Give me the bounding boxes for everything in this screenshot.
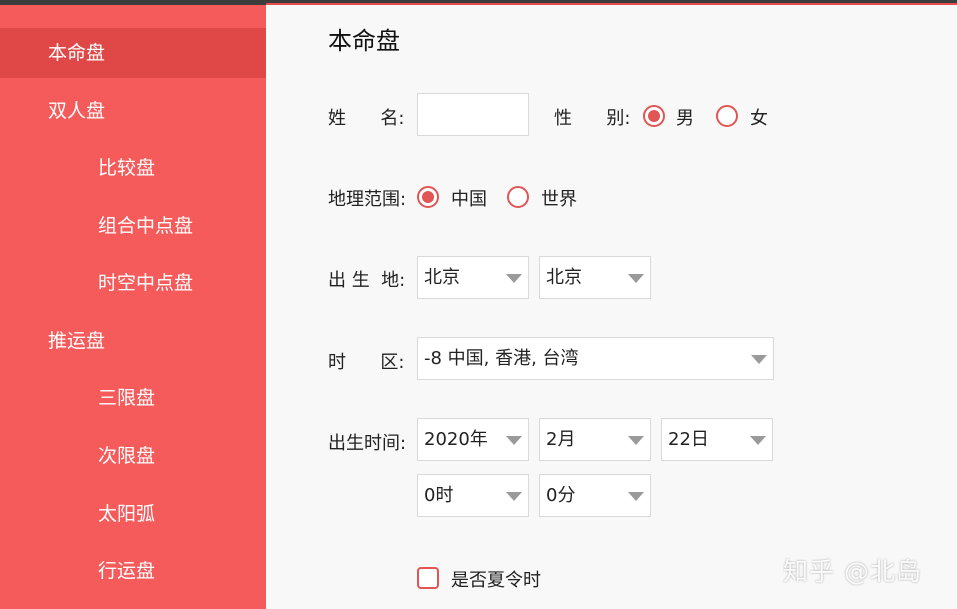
region-label: 地理范围: bbox=[328, 189, 407, 210]
province-value: 北京 bbox=[424, 267, 460, 288]
hour-select[interactable]: 0时 bbox=[417, 474, 529, 517]
name-label: 姓 名: bbox=[328, 108, 405, 129]
minute-select[interactable]: 0分 bbox=[539, 474, 651, 517]
gender-female-radio[interactable] bbox=[716, 105, 738, 127]
gender-female-label: 女 bbox=[750, 108, 768, 129]
gender-male-radio[interactable] bbox=[643, 105, 665, 127]
dst-label: 是否夏令时 bbox=[451, 570, 541, 591]
chevron-down-icon bbox=[751, 355, 767, 364]
hour-value: 0时 bbox=[424, 485, 454, 506]
gender-male-label: 男 bbox=[676, 108, 694, 129]
timezone-select[interactable]: -8 中国, 香港, 台湾 bbox=[417, 337, 774, 380]
region-china-radio[interactable] bbox=[417, 186, 439, 208]
chevron-down-icon bbox=[506, 492, 522, 501]
region-world-label: 世界 bbox=[541, 189, 577, 210]
sidebar-item-natal-chart[interactable]: 本命盘 bbox=[0, 28, 266, 78]
region-china-label: 中国 bbox=[451, 189, 487, 210]
month-select[interactable]: 2月 bbox=[539, 418, 651, 461]
chevron-down-icon bbox=[750, 436, 766, 445]
page-title: 本命盘 bbox=[328, 27, 400, 55]
region-world-radio[interactable] bbox=[507, 186, 529, 208]
chevron-down-icon bbox=[628, 436, 644, 445]
sidebar-item-secondary[interactable]: 次限盘 bbox=[0, 431, 266, 481]
minute-value: 0分 bbox=[546, 485, 576, 506]
birthtime-label: 出生时间: bbox=[328, 433, 407, 454]
sidebar-item-davison[interactable]: 时空中点盘 bbox=[0, 258, 266, 308]
birthplace-label: 出 生 地: bbox=[328, 270, 406, 291]
chevron-down-icon bbox=[506, 436, 522, 445]
main-panel: 本命盘 姓 名: 性 别: 男 女 地理范围: 中国 世界 出 生 地: 北京 … bbox=[266, 5, 957, 609]
sidebar-item-transit[interactable]: 行运盘 bbox=[0, 546, 266, 596]
province-select[interactable]: 北京 bbox=[417, 256, 529, 299]
timezone-label: 时 区: bbox=[328, 352, 405, 373]
timezone-value: -8 中国, 香港, 台湾 bbox=[424, 348, 579, 369]
sidebar-item-comparison[interactable]: 比较盘 bbox=[0, 143, 266, 193]
sidebar-item-tertiary[interactable]: 三限盘 bbox=[0, 373, 266, 423]
sidebar-item-solar-arc[interactable]: 太阳弧 bbox=[0, 489, 266, 539]
sidebar-item-progression[interactable]: 推运盘 bbox=[0, 316, 266, 366]
name-input[interactable] bbox=[417, 93, 529, 136]
chevron-down-icon bbox=[628, 492, 644, 501]
day-select[interactable]: 22日 bbox=[661, 418, 773, 461]
day-value: 22日 bbox=[668, 429, 709, 450]
city-value: 北京 bbox=[546, 267, 582, 288]
city-select[interactable]: 北京 bbox=[539, 256, 651, 299]
sidebar-item-synastry[interactable]: 双人盘 bbox=[0, 86, 266, 136]
year-value: 2020年 bbox=[424, 429, 488, 450]
sidebar-item-composite[interactable]: 组合中点盘 bbox=[0, 201, 266, 251]
month-value: 2月 bbox=[546, 429, 576, 450]
gender-label: 性 别: bbox=[554, 108, 631, 129]
sidebar: 本命盘 双人盘 比较盘 组合中点盘 时空中点盘 推运盘 三限盘 次限盘 太阳弧 … bbox=[0, 5, 266, 609]
dst-checkbox[interactable] bbox=[417, 567, 439, 589]
chevron-down-icon bbox=[628, 274, 644, 283]
year-select[interactable]: 2020年 bbox=[417, 418, 529, 461]
watermark: 知乎 @北岛 bbox=[783, 557, 922, 586]
chevron-down-icon bbox=[506, 274, 522, 283]
